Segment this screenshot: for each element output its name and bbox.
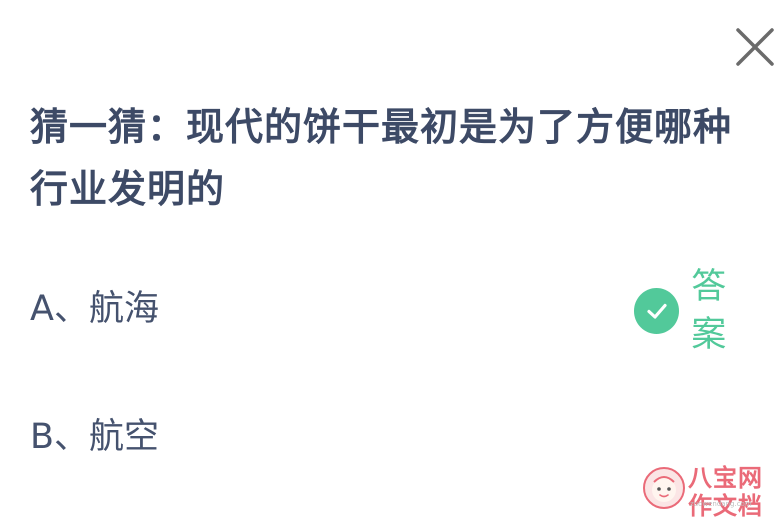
answer-indicator: 答案 [634, 267, 760, 355]
watermark-logo-icon [643, 467, 685, 509]
question-text: 猜一猜：现代的饼干最初是为了方便哪种 行业发明的 [30, 96, 760, 220]
quiz-screen: 猜一猜：现代的饼干最初是为了方便哪种 行业发明的 A、航海 答案 B、航空 八宝… [0, 0, 778, 517]
watermark: 八宝网 作文档 zuowendang.com [640, 462, 778, 517]
option-a-label: A、航海 [30, 289, 159, 329]
check-icon [634, 288, 680, 334]
option-a[interactable]: A、航海 答案 [30, 267, 760, 355]
question-line-1: 猜一猜：现代的饼干最初是为了方便哪种 [30, 105, 733, 149]
answer-label: 答案 [691, 267, 727, 355]
option-b-label: B、航空 [30, 417, 160, 457]
close-button[interactable] [734, 26, 776, 68]
question-line-2: 行业发明的 [30, 167, 226, 211]
watermark-text: 八宝网 作文档 [688, 464, 763, 517]
close-icon [736, 28, 774, 66]
watermark-site: zuowendang.com [690, 500, 752, 508]
